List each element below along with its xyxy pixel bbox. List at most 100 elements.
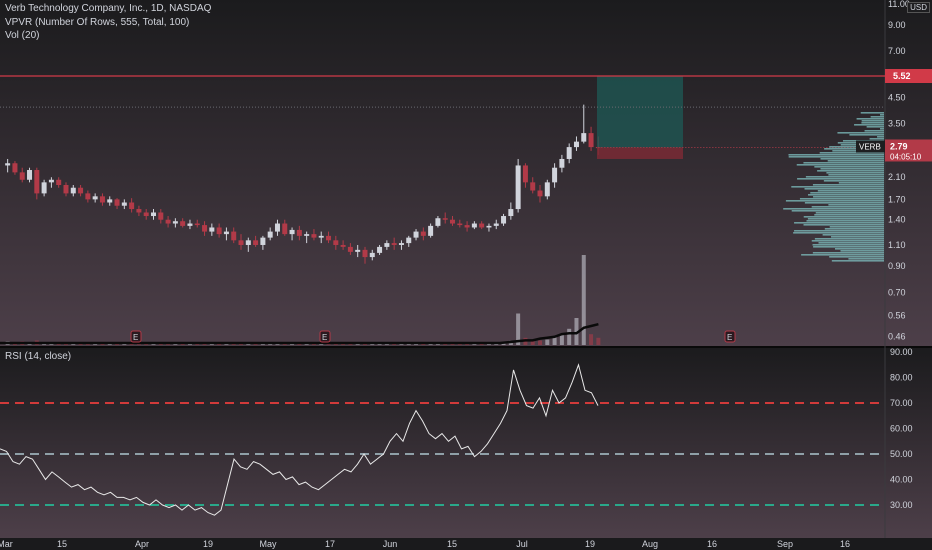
- rsi-tick-label: 30.00: [890, 500, 913, 510]
- candle-body: [70, 187, 76, 194]
- candle-body: [588, 133, 594, 148]
- price-pane-bg: [0, 0, 932, 346]
- vpvr-row: [818, 242, 884, 244]
- price-tick-label: 9.00: [888, 20, 906, 30]
- vpvr-row: [848, 258, 884, 260]
- candle-body: [56, 179, 62, 186]
- vpvr-row: [827, 160, 884, 162]
- vpvr-row: [864, 130, 884, 132]
- time-axis-label: 17: [325, 539, 335, 549]
- vpvr-row: [824, 228, 884, 230]
- vpvr-row: [810, 192, 884, 194]
- candle-body: [501, 216, 507, 224]
- vpvr-row: [866, 126, 884, 128]
- vpvr-row: [813, 196, 884, 198]
- price-tick-label: 7.00: [888, 46, 906, 56]
- candle-body: [12, 163, 18, 173]
- candle-body: [78, 187, 84, 194]
- candle-body: [340, 244, 346, 247]
- candle-body: [464, 225, 470, 228]
- candle-body: [114, 199, 120, 206]
- vpvr-row: [812, 184, 884, 186]
- candle-body: [377, 246, 383, 253]
- profit-zone: [597, 76, 683, 148]
- vpvr-row: [794, 222, 884, 224]
- vpvr-row: [814, 238, 884, 240]
- candle-body: [515, 165, 521, 210]
- earnings-marker-2: E: [322, 333, 327, 342]
- rsi-tick-label: 60.00: [890, 424, 913, 434]
- candle-body: [493, 223, 499, 226]
- rsi-tick-label: 80.00: [890, 373, 913, 383]
- candle-body: [304, 234, 310, 236]
- vpvr-row: [807, 218, 884, 220]
- candle-body: [34, 170, 40, 194]
- candle-body: [202, 225, 208, 232]
- symbol-title[interactable]: Verb Technology Company, Inc., 1D, NASDA…: [5, 3, 211, 14]
- vpvr-row: [806, 220, 884, 222]
- vpvr-row: [829, 256, 884, 258]
- candle-body: [384, 243, 390, 247]
- time-axis-label: Apr: [135, 539, 149, 549]
- volume-bar: [545, 339, 550, 345]
- volume-bar: [567, 328, 572, 345]
- candle-body: [420, 231, 426, 236]
- candle-body: [296, 229, 302, 236]
- candle-body: [172, 221, 178, 224]
- vpvr-row: [803, 162, 884, 164]
- vpvr-row: [831, 260, 884, 262]
- vpvr-row: [811, 240, 884, 242]
- time-axis-label: May: [259, 539, 277, 549]
- vpvr-row: [814, 214, 884, 216]
- candle-body: [194, 223, 200, 226]
- rsi-tick-label: 90.00: [890, 347, 913, 357]
- price-tick-label: 1.10: [888, 240, 906, 250]
- vpvr-row: [813, 246, 884, 248]
- price-tick-label: 2.10: [888, 172, 906, 182]
- candle-body: [479, 223, 485, 228]
- price-tick-label: 4.50: [888, 92, 906, 102]
- vpvr-row: [829, 226, 884, 228]
- vpvr-row: [805, 176, 884, 178]
- candle-body: [274, 223, 280, 232]
- earnings-marker-1: E: [133, 333, 138, 342]
- candle-body: [406, 237, 412, 244]
- candle-body: [158, 212, 164, 220]
- time-axis-label: Jun: [383, 539, 398, 549]
- candle-body: [544, 182, 550, 197]
- candle-body: [522, 165, 528, 183]
- vpvr-legend[interactable]: VPVR (Number Of Rows, 555, Total, 100): [5, 17, 189, 28]
- candle-body: [260, 237, 266, 245]
- vpvr-row: [820, 158, 884, 160]
- volume-bar: [581, 255, 586, 345]
- candle-body: [99, 196, 105, 203]
- vpvr-row: [880, 114, 884, 116]
- countdown-label: 04:05:10: [890, 152, 922, 161]
- vpvr-row: [793, 232, 884, 234]
- candle-body: [231, 231, 237, 241]
- candle-body: [355, 249, 361, 252]
- vpvr-row: [794, 230, 884, 232]
- candle-body: [63, 185, 69, 194]
- rsi-legend[interactable]: RSI (14, close): [5, 351, 71, 362]
- candle-body: [92, 196, 98, 200]
- price-tick-label: 0.70: [888, 287, 906, 297]
- target-price-label: 5.52: [893, 71, 911, 81]
- chart-canvas[interactable]: 11.009.007.004.503.502.101.701.401.100.9…: [0, 0, 932, 550]
- candle-body: [435, 218, 441, 226]
- candle-body: [238, 240, 244, 245]
- candle-body: [223, 231, 229, 235]
- candle-body: [245, 240, 251, 245]
- candle-body: [450, 219, 455, 224]
- candle-body: [253, 240, 259, 245]
- vpvr-row: [803, 216, 884, 218]
- volume-legend[interactable]: Vol (20): [5, 30, 39, 41]
- vpvr-row: [856, 118, 884, 120]
- time-axis-label: 19: [203, 539, 213, 549]
- ticker-badge: VERB: [859, 142, 881, 151]
- price-tick-label: 1.70: [888, 194, 906, 204]
- candle-body: [573, 141, 579, 148]
- vpvr-row: [814, 166, 884, 168]
- candle-body: [151, 212, 156, 217]
- vpvr-row: [854, 124, 884, 126]
